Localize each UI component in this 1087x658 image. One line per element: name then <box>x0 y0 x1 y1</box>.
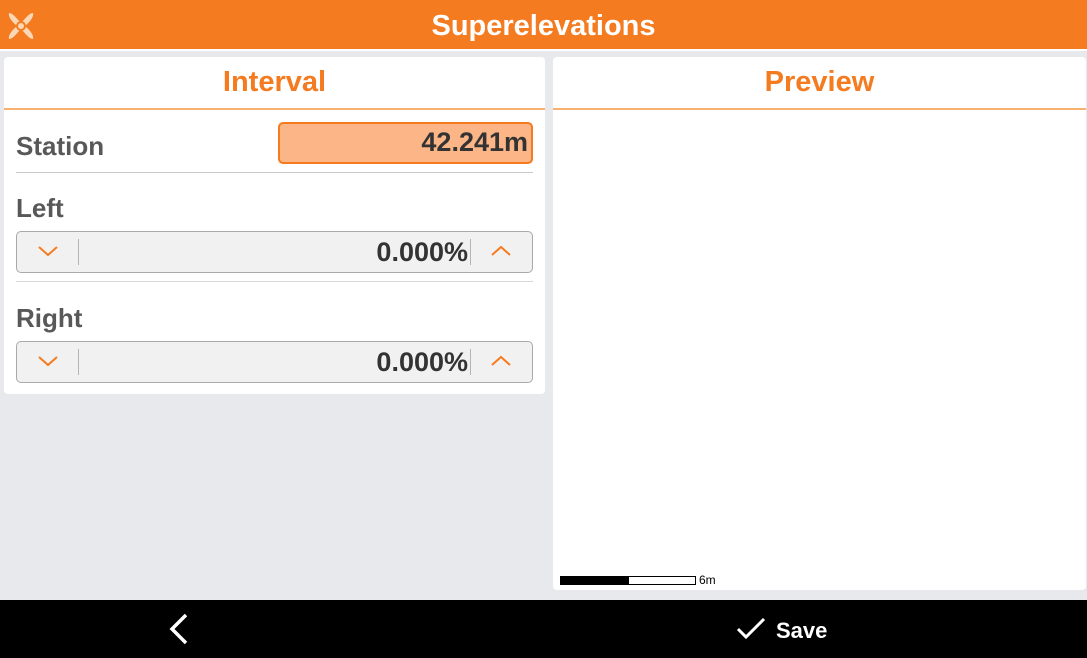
scale-bar-segment <box>560 576 628 585</box>
left-increment-button[interactable] <box>470 232 532 272</box>
interval-heading: Interval <box>4 57 545 110</box>
chevron-up-icon <box>491 355 511 366</box>
interval-panel: Interval Station 42.241m Left 0.000% Rig… <box>4 57 545 394</box>
save-label: Save <box>776 618 828 643</box>
left-value-input[interactable]: 0.000% <box>79 232 468 272</box>
page-title: Superelevations <box>431 10 656 42</box>
right-value-input[interactable]: 0.000% <box>79 342 468 382</box>
title-bar: Superelevations <box>0 0 1087 51</box>
right-stepper: 0.000% <box>16 341 533 383</box>
preview-heading: Preview <box>553 57 1086 110</box>
chevron-down-icon <box>38 356 58 367</box>
scale-bar <box>560 576 696 585</box>
right-decrement-button[interactable] <box>17 342 79 382</box>
station-row: Station 42.241m <box>16 121 533 173</box>
back-button[interactable] <box>140 600 220 658</box>
preview-panel: Preview 6m <box>553 57 1086 590</box>
scale-bar-segment <box>628 576 696 585</box>
left-stepper: 0.000% <box>16 231 533 273</box>
scale-label: 6m <box>699 573 716 587</box>
checkmark-icon <box>736 617 766 640</box>
chevron-left-icon <box>169 613 188 645</box>
left-superelevation-block: Left 0.000% <box>16 190 533 282</box>
right-superelevation-block: Right 0.000% <box>16 300 533 384</box>
right-increment-button[interactable] <box>470 342 532 382</box>
chevron-up-icon <box>491 245 511 256</box>
station-label: Station <box>16 131 105 161</box>
left-decrement-button[interactable] <box>17 232 79 272</box>
left-label: Left <box>16 193 64 223</box>
right-label: Right <box>16 303 83 333</box>
bottom-bar: Save <box>0 600 1087 658</box>
save-button[interactable]: Save <box>728 600 848 658</box>
chevron-down-icon <box>38 246 58 257</box>
station-input[interactable]: 42.241m <box>278 122 533 164</box>
